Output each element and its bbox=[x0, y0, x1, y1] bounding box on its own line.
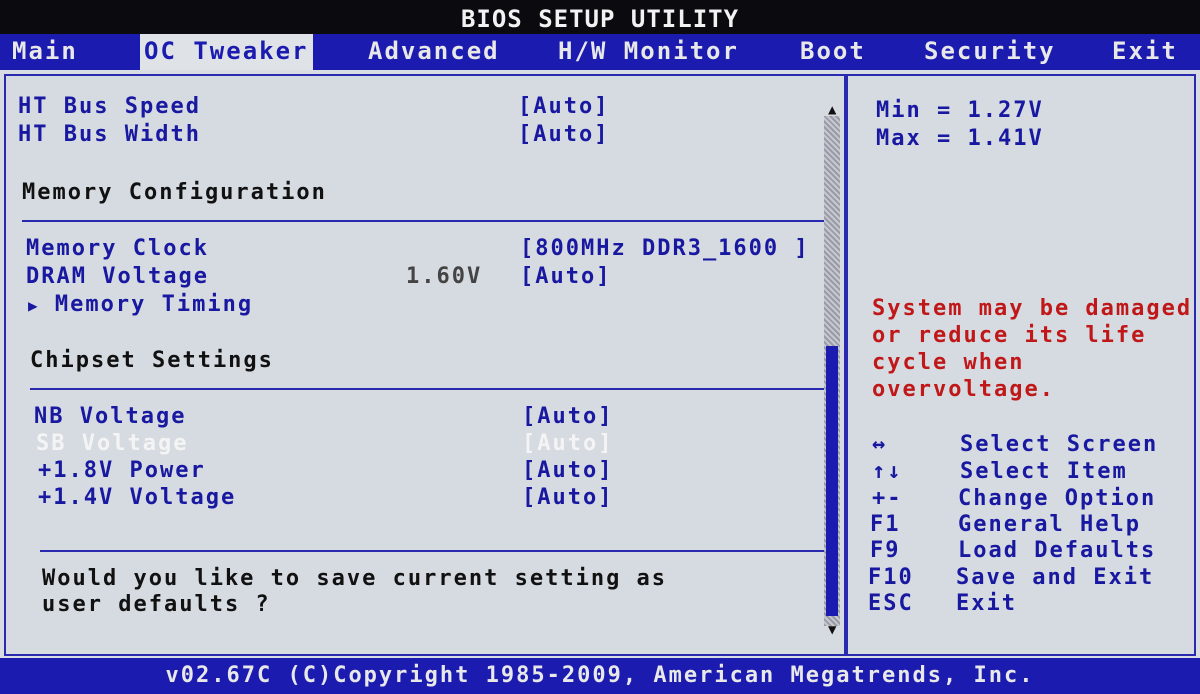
key-action-select-item: Select Item bbox=[960, 459, 1128, 484]
warning-line-3: cycle when bbox=[872, 350, 1025, 375]
voltage-min: Min = 1.27V bbox=[876, 98, 1044, 123]
arrows-left-right-icon: ↔ bbox=[872, 432, 888, 457]
ht-bus-speed-value[interactable]: [Auto] bbox=[518, 94, 609, 120]
menu-oc-tweaker[interactable]: OC Tweaker bbox=[140, 34, 313, 70]
key-action-save-and-exit: Save and Exit bbox=[956, 565, 1155, 590]
dram-voltage-label[interactable]: DRAM Voltage bbox=[26, 264, 209, 290]
separator bbox=[30, 388, 824, 390]
submenu-arrow-icon: ▶ bbox=[28, 296, 40, 315]
f1-key: F1 bbox=[870, 512, 901, 537]
arrows-up-down-icon: ↑↓ bbox=[872, 459, 903, 484]
save-prompt-line2: user defaults ? bbox=[42, 592, 271, 617]
power-18v-label[interactable]: +1.8V Power bbox=[38, 458, 206, 484]
menu-hw-monitor[interactable]: H/W Monitor bbox=[558, 34, 739, 70]
key-action-select-screen: Select Screen bbox=[960, 432, 1159, 457]
warning-line-4: overvoltage. bbox=[872, 377, 1055, 402]
dram-voltage-value[interactable]: [Auto] bbox=[520, 264, 611, 290]
settings-panel: HT Bus Speed [Auto] HT Bus Width [Auto] … bbox=[4, 74, 846, 656]
menu-bar: Main OC Tweaker Advanced H/W Monitor Boo… bbox=[0, 34, 1200, 70]
ht-bus-width-label[interactable]: HT Bus Width bbox=[18, 122, 201, 148]
key-action-load-defaults: Load Defaults bbox=[958, 538, 1157, 563]
f9-key: F9 bbox=[870, 538, 901, 563]
memory-clock-label[interactable]: Memory Clock bbox=[26, 236, 209, 262]
help-panel: Min = 1.27V Max = 1.41V System may be da… bbox=[846, 74, 1196, 656]
save-prompt-line1: Would you like to save current setting a… bbox=[42, 566, 668, 591]
separator bbox=[40, 550, 824, 552]
f10-key: F10 bbox=[868, 565, 914, 590]
key-action-change-option: Change Option bbox=[958, 486, 1157, 511]
ht-bus-width-value[interactable]: [Auto] bbox=[518, 122, 609, 148]
voltage-14v-label[interactable]: +1.4V Voltage bbox=[38, 485, 236, 511]
warning-line-2: or reduce its life bbox=[872, 323, 1147, 348]
bios-title: BIOS SETUP UTILITY bbox=[460, 5, 740, 33]
voltage-max: Max = 1.41V bbox=[876, 126, 1044, 151]
sb-voltage-value[interactable]: [Auto] bbox=[522, 431, 613, 457]
dram-voltage-current: 1.60V bbox=[406, 264, 483, 289]
memory-timing-label: Memory Timing bbox=[54, 292, 254, 317]
ht-bus-speed-label[interactable]: HT Bus Speed bbox=[18, 94, 201, 120]
separator bbox=[22, 220, 824, 222]
sb-voltage-label[interactable]: SB Voltage bbox=[36, 431, 188, 457]
menu-exit[interactable]: Exit bbox=[1112, 34, 1178, 70]
scroll-up-icon[interactable]: ▲ bbox=[828, 102, 836, 118]
voltage-14v-value[interactable]: [Auto] bbox=[522, 485, 613, 511]
nb-voltage-value[interactable]: [Auto] bbox=[522, 404, 613, 430]
warning-line-1: System may be damaged bbox=[872, 296, 1193, 321]
nb-voltage-label[interactable]: NB Voltage bbox=[34, 404, 186, 430]
chipset-settings-heading: Chipset Settings bbox=[30, 348, 274, 373]
menu-boot[interactable]: Boot bbox=[800, 34, 866, 70]
menu-security[interactable]: Security bbox=[924, 34, 1056, 70]
power-18v-value[interactable]: [Auto] bbox=[522, 458, 613, 484]
footer: v02.67C (C)Copyright 1985-2009, American… bbox=[0, 658, 1200, 694]
menu-advanced[interactable]: Advanced bbox=[368, 34, 500, 70]
menu-main[interactable]: Main bbox=[12, 34, 78, 70]
scrollbar-thumb[interactable] bbox=[826, 346, 838, 616]
memory-clock-value[interactable]: [800MHz DDR3_1600 ] bbox=[520, 236, 810, 262]
key-action-general-help: General Help bbox=[958, 512, 1141, 537]
key-action-exit: Exit bbox=[956, 591, 1017, 616]
copyright-text: v02.67C (C)Copyright 1985-2009, American… bbox=[165, 663, 1035, 688]
scroll-down-icon[interactable]: ▼ bbox=[828, 622, 836, 638]
plus-minus-key: +- bbox=[872, 486, 903, 511]
title-bar: BIOS SETUP UTILITY bbox=[0, 0, 1200, 34]
memory-configuration-heading: Memory Configuration bbox=[22, 180, 327, 205]
esc-key: ESC bbox=[868, 591, 914, 616]
bios-screen: BIOS SETUP UTILITY Main OC Tweaker Advan… bbox=[0, 0, 1200, 694]
memory-timing-submenu[interactable]: ▶ Memory Timing bbox=[28, 292, 253, 319]
